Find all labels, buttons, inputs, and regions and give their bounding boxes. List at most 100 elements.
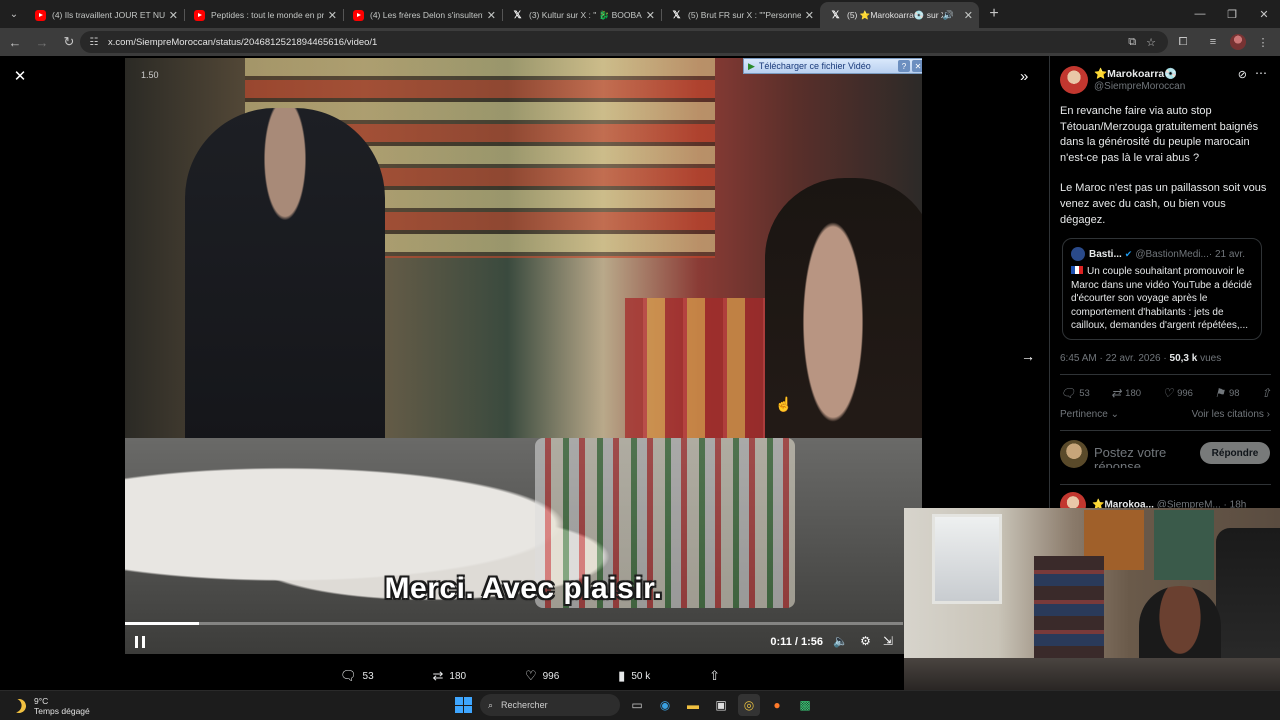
grok-icon[interactable]: ⊘ bbox=[1238, 68, 1247, 81]
bookmark-count: 98 bbox=[1229, 387, 1240, 399]
browser-tab[interactable]: (4) Les frères Delon s'insultent ✕ bbox=[343, 2, 502, 28]
reload-icon[interactable]: ↻ bbox=[57, 30, 81, 54]
next-media-icon[interactable]: → bbox=[1021, 348, 1035, 364]
forward-icon[interactable]: → bbox=[30, 30, 54, 54]
author-avatar[interactable] bbox=[1060, 66, 1088, 94]
download-video-badge[interactable]: ▶ Télécharger ce fichier Vidéo ? ✕ bbox=[743, 58, 922, 74]
speaker-icon[interactable]: 🔊 bbox=[943, 10, 954, 21]
tab-search-icon[interactable]: ⌄ bbox=[3, 3, 25, 25]
repost-stat[interactable]: ⇄ 180 bbox=[1111, 386, 1141, 400]
window-close-icon[interactable]: ✕ bbox=[1248, 0, 1280, 28]
restore-icon[interactable]: ❐ bbox=[1216, 0, 1248, 28]
tab-close-icon[interactable]: ✕ bbox=[328, 9, 337, 22]
tab-title: (3) Kultur sur X : " 🐉 BOOBA F bbox=[529, 9, 642, 20]
author-handle[interactable]: @SiempreMoroccan bbox=[1094, 81, 1185, 92]
browser-tab-active[interactable]: 𝕏 (5) ⭐Marokoarra💿 sur X : " 🔊 ✕ bbox=[820, 2, 979, 28]
app-icon[interactable]: ▩ bbox=[794, 694, 816, 716]
share-button[interactable]: ⇧ bbox=[709, 666, 720, 686]
post-timestamp[interactable]: 6:45 AM · 22 avr. 2026 · bbox=[1060, 353, 1170, 364]
expand-panel-icon[interactable]: » bbox=[1020, 68, 1028, 85]
repost-button[interactable]: ⇄ 180 bbox=[433, 666, 467, 686]
tab-close-icon[interactable]: ✕ bbox=[646, 9, 655, 22]
share-stat[interactable]: ⇧ bbox=[1261, 386, 1271, 400]
extensions-icon[interactable]: ⧠ bbox=[1170, 30, 1196, 54]
new-tab-button[interactable]: + bbox=[983, 3, 1005, 25]
webcam-desk bbox=[904, 658, 1280, 690]
browser-tab[interactable]: Peptides : tout le monde en pr ✕ bbox=[184, 2, 343, 28]
firefox-icon[interactable]: ● bbox=[766, 694, 788, 716]
profile-avatar[interactable] bbox=[1230, 34, 1246, 50]
store-icon[interactable]: ▣ bbox=[710, 694, 732, 716]
video-time: 0:11 / 1:56 bbox=[770, 636, 823, 648]
tab-title: Peptides : tout le monde en pr bbox=[211, 10, 324, 20]
pause-icon[interactable] bbox=[135, 636, 145, 648]
bookmark-stat[interactable]: ⚑ 98 bbox=[1214, 386, 1239, 400]
url-text[interactable]: x.com/SiempreMoroccan/status/20468125218… bbox=[108, 37, 377, 48]
youtube-icon bbox=[35, 9, 46, 21]
pop-out-icon[interactable]: ⇲ bbox=[883, 634, 893, 648]
minimize-icon[interactable]: — bbox=[1184, 0, 1216, 28]
taskbar-search[interactable]: ⌕ Rechercher bbox=[480, 694, 620, 716]
video-progress-bar[interactable] bbox=[125, 622, 903, 625]
video-player[interactable]: 1.50 Merci. Avec plaisir. ▶ Télécharger … bbox=[125, 58, 922, 654]
browser-tab[interactable]: (4) Ils travaillent JOUR ET NUIT ✕ bbox=[25, 2, 184, 28]
x-icon: 𝕏 bbox=[831, 9, 840, 21]
post-paragraph: En revanche faire via auto stop Tétouan/… bbox=[1060, 105, 1259, 164]
post-meta: 6:45 AM · 22 avr. 2026 · 50,3 k vues bbox=[1060, 353, 1221, 364]
weather-widget[interactable]: 9°C Temps dégagé bbox=[12, 696, 90, 716]
settings-gear-icon[interactable]: ⚙ bbox=[860, 634, 871, 648]
chrome-icon[interactable]: ◎ bbox=[738, 694, 760, 716]
divider bbox=[1060, 374, 1271, 375]
like-stat[interactable]: ♡ 996 bbox=[1162, 386, 1193, 400]
quote-avatar bbox=[1071, 247, 1085, 261]
user-avatar bbox=[1060, 440, 1088, 468]
address-bar[interactable]: ☷ x.com/SiempreMoroccan/status/204681252… bbox=[80, 31, 1168, 53]
reply-icon: 🗨 bbox=[340, 668, 357, 683]
tab-close-icon[interactable]: ✕ bbox=[487, 9, 496, 22]
tab-close-icon[interactable]: ✕ bbox=[964, 9, 973, 22]
more-options-icon[interactable]: ⋯ bbox=[1255, 66, 1267, 80]
tab-title: (5) ⭐Marokoarra💿 sur X : " bbox=[847, 9, 943, 20]
bookmark-icon: ⚑ bbox=[1214, 386, 1226, 400]
window-controls: — ❐ ✕ bbox=[1184, 0, 1280, 28]
tab-close-icon[interactable]: ✕ bbox=[169, 9, 178, 22]
site-info-icon[interactable]: ☷ bbox=[88, 36, 100, 48]
reply-count: 53 bbox=[1079, 387, 1090, 399]
browser-tab[interactable]: 𝕏 (3) Kultur sur X : " 🐉 BOOBA F ✕ bbox=[502, 2, 661, 28]
video-progress-fill bbox=[125, 622, 199, 625]
help-icon[interactable]: ? bbox=[898, 60, 910, 72]
windows-taskbar: 9°C Temps dégagé ⌕ Rechercher ▭ ◉ ▬ ▣ ◎ ●… bbox=[0, 690, 1280, 720]
edge-icon[interactable]: ◉ bbox=[654, 694, 676, 716]
views-button[interactable]: ▮ 50 k bbox=[618, 666, 650, 686]
bookmark-star-icon[interactable]: ☆ bbox=[1146, 36, 1156, 49]
x-icon: 𝕏 bbox=[513, 9, 522, 21]
play-icon: ▶ bbox=[748, 60, 755, 71]
install-app-icon[interactable]: ⧉ bbox=[1128, 36, 1136, 49]
reply-stat[interactable]: 🗨 53 bbox=[1060, 386, 1090, 400]
media-controls-icon[interactable]: ≡ bbox=[1200, 30, 1226, 54]
like-button[interactable]: ♡ 996 bbox=[525, 666, 559, 686]
post-paragraph: Le Maroc n'est pas un paillasson soit vo… bbox=[1060, 182, 1267, 226]
sort-dropdown[interactable]: Pertinence ⌄ bbox=[1060, 409, 1119, 420]
like-count: 996 bbox=[1177, 387, 1193, 399]
reply-button[interactable]: 🗨 53 bbox=[340, 666, 374, 686]
close-viewer-icon[interactable]: ✕ bbox=[12, 68, 28, 85]
reply-input[interactable]: Postez votre réponse bbox=[1094, 446, 1194, 468]
repost-count: 180 bbox=[1125, 387, 1142, 399]
volume-icon[interactable]: 🔈 bbox=[833, 634, 848, 648]
task-view-icon[interactable]: ▭ bbox=[626, 694, 648, 716]
file-explorer-icon[interactable]: ▬ bbox=[682, 694, 704, 716]
close-badge-icon[interactable]: ✕ bbox=[912, 60, 922, 72]
view-quotes-link[interactable]: Voir les citations › bbox=[1192, 409, 1270, 420]
browser-menu-icon[interactable]: ⋮ bbox=[1250, 30, 1276, 54]
reply-submit-button[interactable]: Répondre bbox=[1200, 442, 1270, 464]
repost-icon: ⇄ bbox=[1111, 386, 1122, 400]
author-name[interactable]: ⭐Marokoarra💿 bbox=[1094, 67, 1177, 80]
tab-close-icon[interactable]: ✕ bbox=[805, 9, 814, 22]
windows-start-icon[interactable] bbox=[452, 694, 474, 716]
french-flag-icon bbox=[1071, 266, 1083, 274]
back-icon[interactable]: ← bbox=[3, 30, 27, 54]
browser-tab[interactable]: 𝕏 (5) Brut FR sur X : ""Personne n ✕ bbox=[661, 2, 820, 28]
playback-speed: 1.50 bbox=[141, 70, 159, 80]
quoted-post[interactable]: Basti... ✔ @BastionMedi... · 21 avr. Un … bbox=[1062, 238, 1262, 340]
